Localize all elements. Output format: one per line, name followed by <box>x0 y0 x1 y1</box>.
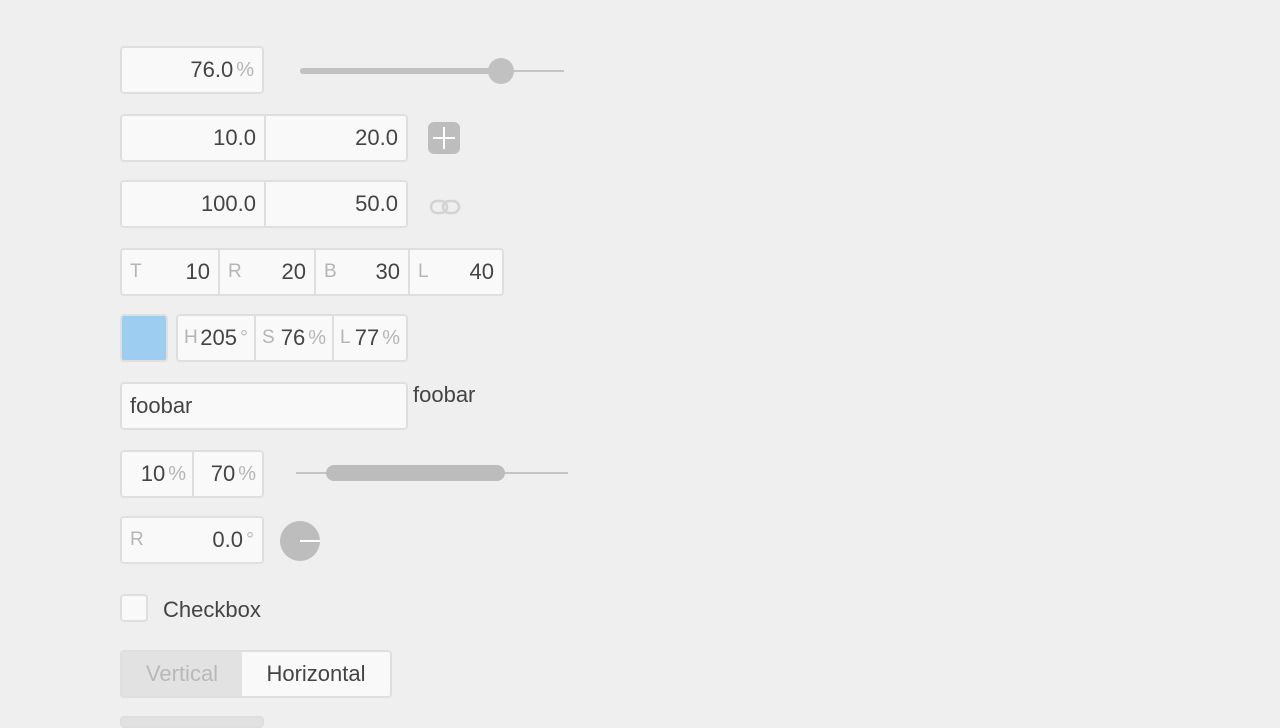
checkbox-label[interactable]: Checkbox <box>163 597 261 623</box>
rotation-cell[interactable]: R 0.0 ° <box>122 518 262 562</box>
position-y-cell[interactable]: 20.0 <box>264 116 406 160</box>
text-input-value: foobar <box>130 393 193 418</box>
position-y-value: 20.0 <box>355 125 398 150</box>
rotation-field[interactable]: R 0.0 ° <box>120 516 264 564</box>
size-field[interactable]: 100.0 50.0 <box>120 180 408 228</box>
hue-prefix: H <box>184 327 198 348</box>
link-icon[interactable] <box>428 196 462 218</box>
size-height-value: 50.0 <box>355 191 398 216</box>
padding-right-value: 20 <box>281 259 306 284</box>
size-width-value: 100.0 <box>200 191 256 216</box>
hsl-field[interactable]: H 205 ° S 76% L 77% <box>176 314 408 362</box>
rotation-prefix: R <box>130 529 144 550</box>
range-slider[interactable] <box>296 462 568 484</box>
color-swatch[interactable] <box>120 314 168 362</box>
lightness-value: 77 <box>354 325 380 350</box>
padding-right-cell[interactable]: R 20 <box>218 250 314 294</box>
padding-top-value: 10 <box>185 259 210 284</box>
range-start-value: 10 <box>140 461 166 486</box>
lightness-prefix: L <box>340 327 351 348</box>
position-field[interactable]: 10.0 20.0 <box>120 114 408 162</box>
size-height-cell[interactable]: 50.0 <box>264 182 406 226</box>
slider-fill <box>300 68 501 74</box>
opacity-slider[interactable] <box>300 57 564 85</box>
padding-left-cell[interactable]: L 40 <box>408 250 502 294</box>
saturation-prefix: S <box>262 327 275 348</box>
lightness-unit: % <box>382 326 400 349</box>
padding-left-value: 40 <box>469 259 494 284</box>
range-field[interactable]: 10% 70% <box>120 450 264 498</box>
hue-cell[interactable]: H 205 ° <box>178 316 254 360</box>
padding-bottom-value: 30 <box>375 259 400 284</box>
padding-top-prefix: T <box>130 261 142 282</box>
opacity-field[interactable]: 76.0% <box>120 46 264 94</box>
hue-value: 205 <box>200 325 237 350</box>
hue-unit: ° <box>240 326 248 349</box>
position-x-cell[interactable]: 10.0 <box>122 116 264 160</box>
orientation-toggle[interactable]: Vertical Horizontal <box>120 650 392 698</box>
partial-control[interactable] <box>120 716 264 728</box>
padding-top-cell[interactable]: T 10 <box>122 250 218 294</box>
padding-left-prefix: L <box>418 261 429 282</box>
plus-icon[interactable] <box>428 122 460 154</box>
text-mirror-label: foobar <box>413 382 476 407</box>
opacity-value: 76.0 <box>190 57 234 82</box>
padding-bottom-prefix: B <box>324 261 337 282</box>
range-start-cell[interactable]: 10% <box>122 452 192 496</box>
slider-handle[interactable] <box>488 58 514 84</box>
padding-field[interactable]: T 10 R 20 B 30 L 40 <box>120 248 504 296</box>
rotation-dial-icon[interactable] <box>280 521 320 561</box>
checkbox[interactable] <box>120 594 148 622</box>
range-bar[interactable] <box>326 465 505 481</box>
lightness-cell[interactable]: L 77% <box>332 316 406 360</box>
opacity-unit: % <box>236 58 254 81</box>
range-end-value: 70 <box>210 461 236 486</box>
text-input[interactable]: foobar <box>120 382 408 430</box>
rotation-value: 0.0 <box>212 527 243 552</box>
rotation-unit: ° <box>246 528 254 551</box>
padding-bottom-cell[interactable]: B 30 <box>314 250 408 294</box>
orientation-option-horizontal[interactable]: Horizontal <box>242 652 390 696</box>
saturation-unit: % <box>308 326 326 349</box>
saturation-value: 76 <box>280 325 306 350</box>
position-x-value: 10.0 <box>213 125 256 150</box>
range-start-unit: % <box>168 462 186 485</box>
padding-right-prefix: R <box>228 261 242 282</box>
size-width-cell[interactable]: 100.0 <box>122 182 264 226</box>
saturation-cell[interactable]: S 76% <box>254 316 332 360</box>
opacity-cell[interactable]: 76.0% <box>122 48 262 92</box>
orientation-option-vertical[interactable]: Vertical <box>122 652 242 696</box>
range-end-unit: % <box>238 462 256 485</box>
range-end-cell[interactable]: 70% <box>192 452 262 496</box>
